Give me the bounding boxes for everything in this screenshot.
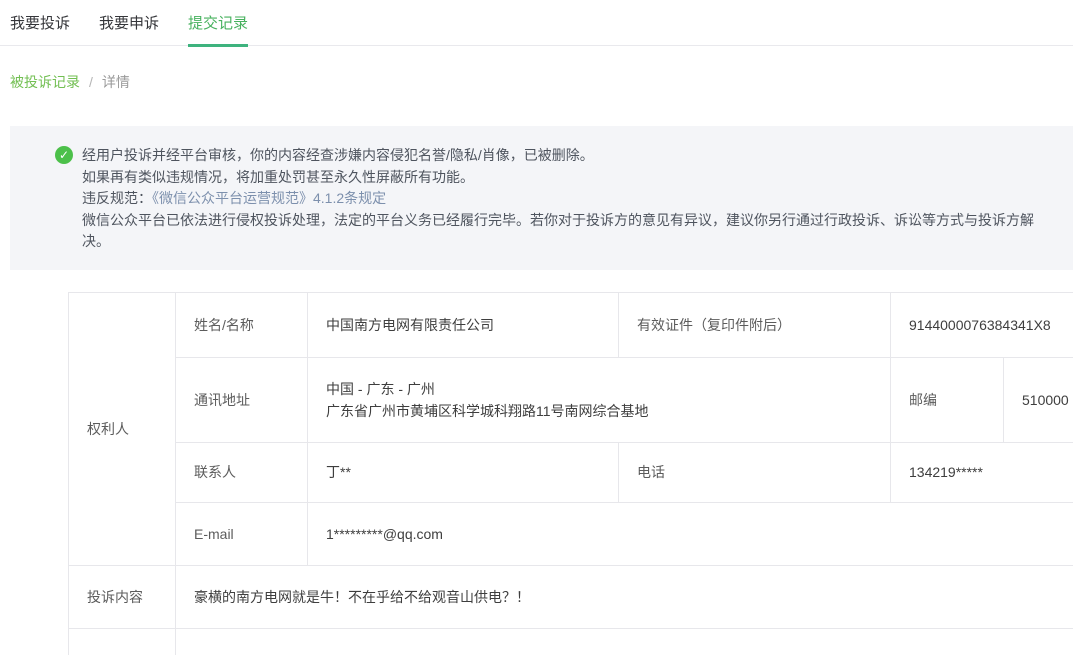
complaint-detail-table: 权利人 姓名/名称 中国南方电网有限责任公司 有效证件（复印件附后） 91440… [68, 292, 1073, 655]
phone-label: 电话 [619, 442, 891, 502]
tab-make-complaint[interactable]: 我要投诉 [10, 12, 70, 46]
contact-label: 联系人 [176, 442, 308, 502]
tab-make-appeal[interactable]: 我要申诉 [99, 12, 159, 46]
table-row-complaint-account: 投诉账号 法讯独家（faxunw_com） [69, 628, 1073, 655]
table-row-email: E-mail 1*********@qq.com [69, 502, 1073, 565]
name-value: 中国南方电网有限责任公司 [308, 292, 619, 357]
table-row-complaint-content: 投诉内容 豪横的南方电网就是牛！不在乎给不给观音山供电？！ [69, 565, 1073, 628]
table-row-contact: 联系人 丁** 电话 134219***** [69, 442, 1073, 502]
name-label: 姓名/名称 [176, 292, 308, 357]
rights-holder-label: 权利人 [69, 292, 176, 565]
address-line-2: 广东省广州市黄埔区科学城科翔路11号南网综合基地 [326, 400, 880, 422]
complaint-content-label: 投诉内容 [69, 565, 176, 628]
complaint-content-value: 豪横的南方电网就是牛！不在乎给不给观音山供电？！ [176, 565, 1073, 628]
certificate-label: 有效证件（复印件附后） [619, 292, 891, 357]
breadcrumb-complained-records-link[interactable]: 被投诉记录 [10, 72, 80, 92]
table-row-name: 权利人 姓名/名称 中国南方电网有限责任公司 有效证件（复印件附后） 91440… [69, 292, 1073, 357]
notice-line-4: 微信公众平台已依法进行侵权投诉处理，法定的平台义务已经履行完毕。若你对于投诉方的… [82, 210, 1059, 253]
complaint-account-label: 投诉账号 [69, 628, 176, 655]
check-circle-icon: ✓ [55, 146, 73, 164]
contact-value: 丁** [308, 442, 619, 502]
postcode-label: 邮编 [891, 357, 1004, 442]
postcode-value: 510000 [1004, 357, 1073, 442]
address-value: 中国 - 广东 - 广州 广东省广州市黄埔区科学城科翔路11号南网综合基地 [308, 357, 891, 442]
violation-prefix: 违反规范： [82, 190, 152, 206]
top-tab-bar: 我要投诉 我要申诉 提交记录 [0, 0, 1073, 46]
address-line-1: 中国 - 广东 - 广州 [326, 378, 880, 400]
breadcrumb: 被投诉记录 / 详情 [10, 72, 1073, 92]
tab-submission-records[interactable]: 提交记录 [188, 12, 248, 47]
notice-line-3: 违反规范：《微信公众平台运营规范》4.1.2条规定 [82, 188, 1059, 210]
complaint-account-value: 法讯独家（faxunw_com） [176, 628, 1073, 655]
breadcrumb-separator: / [89, 74, 93, 90]
certificate-value: 9144000076384341X8 [891, 292, 1073, 357]
phone-value: 134219***** [891, 442, 1073, 502]
breadcrumb-current-detail: 详情 [102, 72, 130, 92]
complaint-detail-table-wrap: 权利人 姓名/名称 中国南方电网有限责任公司 有效证件（复印件附后） 91440… [68, 292, 1073, 655]
operation-rules-link[interactable]: 《微信公众平台运营规范》4.1.2条规定 [152, 190, 386, 206]
address-label: 通讯地址 [176, 357, 308, 442]
table-row-address: 通讯地址 中国 - 广东 - 广州 广东省广州市黄埔区科学城科翔路11号南网综合… [69, 357, 1073, 442]
notice-line-1: 经用户投诉并经平台审核，你的内容经查涉嫌内容侵犯名誉/隐私/肖像，已被删除。 [82, 145, 1059, 167]
email-label: E-mail [176, 502, 308, 565]
notice-line-2: 如果再有类似违规情况，将加重处罚甚至永久性屏蔽所有功能。 [82, 167, 1059, 189]
email-value: 1*********@qq.com [308, 502, 1073, 565]
review-result-notice: ✓ 经用户投诉并经平台审核，你的内容经查涉嫌内容侵犯名誉/隐私/肖像，已被删除。… [10, 126, 1073, 270]
